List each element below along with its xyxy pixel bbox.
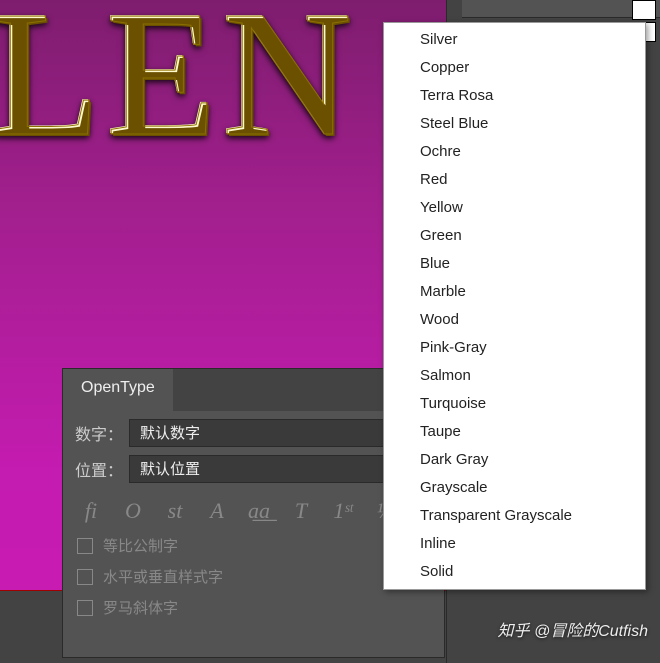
position-label: 位置：: [75, 457, 123, 481]
proportional-metrics-label: 等比公制字: [103, 535, 178, 556]
menu-item[interactable]: Red: [384, 166, 645, 194]
menu-item[interactable]: Terra Rosa: [384, 82, 645, 110]
menu-item[interactable]: Pink-Gray: [384, 334, 645, 362]
menu-item[interactable]: Green: [384, 222, 645, 250]
menu-item[interactable]: Wood: [384, 306, 645, 334]
menu-item[interactable]: Taupe: [384, 418, 645, 446]
menu-item[interactable]: Solid: [384, 558, 645, 586]
tab-opentype[interactable]: OpenType: [63, 369, 173, 411]
menu-item[interactable]: Steel Blue: [384, 110, 645, 138]
roman-italic-checkbox[interactable]: [77, 600, 93, 616]
menu-item[interactable]: Marble: [384, 278, 645, 306]
swash-icon[interactable]: O: [119, 497, 147, 525]
menu-item[interactable]: Silver: [384, 26, 645, 54]
menu-item[interactable]: Ochre: [384, 138, 645, 166]
menu-item[interactable]: Yellow: [384, 194, 645, 222]
menu-item[interactable]: Turquoise: [384, 390, 645, 418]
artboard-gold-text[interactable]: LEN: [0, 0, 358, 177]
proportional-metrics-checkbox[interactable]: [77, 538, 93, 554]
menu-item[interactable]: Copper: [384, 54, 645, 82]
material-popup-menu[interactable]: SilverCopperTerra RosaSteel BlueOchreRed…: [383, 22, 646, 590]
hv-style-label: 水平或垂直样式字: [103, 566, 223, 587]
titling-icon[interactable]: A: [203, 497, 231, 525]
menu-item[interactable]: Grayscale: [384, 474, 645, 502]
number-label: 数字：: [75, 421, 123, 445]
menu-item[interactable]: Transparent Grayscale: [384, 502, 645, 530]
menu-item[interactable]: Inline: [384, 530, 645, 558]
watermark: 知乎 @冒险的Cutfish: [498, 617, 649, 641]
menu-item[interactable]: Salmon: [384, 362, 645, 390]
menu-item[interactable]: Dark Gray: [384, 446, 645, 474]
menu-item[interactable]: Blue: [384, 250, 645, 278]
stylistic-alt-icon[interactable]: T: [287, 497, 315, 525]
roman-italic-label: 罗马斜体字: [103, 597, 178, 618]
hv-style-checkbox[interactable]: [77, 569, 93, 585]
right-top-strip: [462, 0, 660, 18]
discretionary-ligatures-icon[interactable]: st: [161, 497, 189, 525]
ligatures-icon[interactable]: fi: [77, 497, 105, 525]
ordinals-icon[interactable]: 1ˢᵗ: [329, 497, 357, 525]
fill-swatch[interactable]: [632, 0, 656, 20]
contextual-alt-icon[interactable]: a͟a͟: [245, 497, 273, 525]
